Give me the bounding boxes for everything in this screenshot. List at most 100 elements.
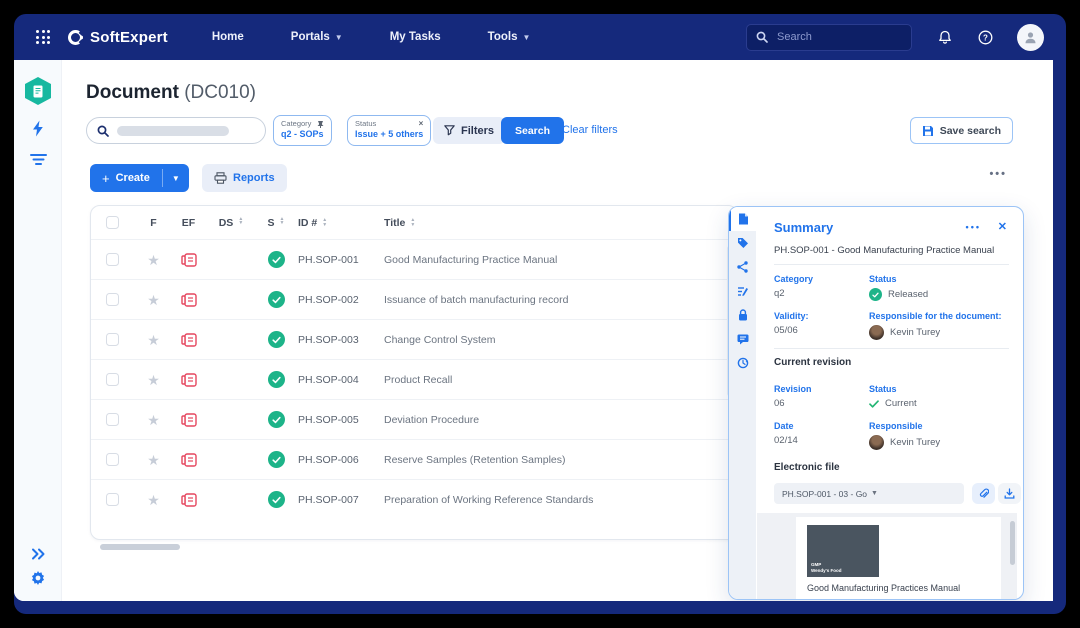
top-navbar: SoftExpert Home Portals▼ My Tasks Tools▼… [14, 14, 1066, 60]
row-checkbox[interactable] [106, 293, 119, 306]
nav-item-my-tasks[interactable]: My Tasks [390, 31, 441, 43]
download-icon [1004, 488, 1015, 499]
settings-gear-icon[interactable] [14, 570, 62, 586]
document-title: Reserve Samples (Retention Samples) [384, 454, 737, 466]
favorite-star-icon[interactable]: ★ [147, 333, 160, 347]
document-id: PH.SOP-001 [298, 254, 384, 266]
filter-chip-status[interactable]: Status × Issue + 5 others [347, 115, 431, 146]
pdf-file-icon[interactable] [181, 493, 197, 507]
global-search-input[interactable] [775, 30, 895, 44]
tab-tags[interactable] [729, 231, 756, 255]
download-button[interactable] [998, 483, 1021, 504]
favorite-star-icon[interactable]: ★ [147, 253, 160, 267]
column-header-ds[interactable]: DS▲▼ [208, 217, 254, 229]
column-header-id[interactable]: ID #▲▼ [298, 217, 384, 229]
preview-scrollbar[interactable] [1010, 521, 1015, 565]
tab-summary[interactable] [729, 207, 756, 231]
column-header-s[interactable]: S▲▼ [254, 217, 298, 229]
file-preview: GMPWendy's Food Good Manufacturing Pract… [757, 513, 1017, 599]
table-row[interactable]: ★ PH.SOP-002 Issuance of batch manufactu… [91, 279, 737, 319]
tab-comments[interactable] [729, 327, 756, 351]
attachment-button[interactable] [972, 483, 995, 504]
clear-filters-link[interactable]: Clear filters [562, 124, 618, 136]
brand-logo[interactable]: SoftExpert [68, 29, 168, 46]
tab-edit[interactable] [729, 279, 756, 303]
favorite-star-icon[interactable]: ★ [147, 453, 160, 467]
row-checkbox[interactable] [106, 453, 119, 466]
pdf-file-icon[interactable] [181, 413, 197, 427]
lightning-icon[interactable] [14, 120, 62, 137]
responsible-avatar [869, 435, 884, 450]
table-row[interactable]: ★ PH.SOP-005 Deviation Procedure [91, 399, 737, 439]
document-title: Change Control System [384, 334, 737, 346]
row-checkbox[interactable] [106, 333, 119, 346]
favorite-star-icon[interactable]: ★ [147, 373, 160, 387]
nav-item-portals[interactable]: Portals▼ [291, 31, 343, 43]
close-icon[interactable]: ✕ [998, 220, 1007, 233]
more-options-icon[interactable]: ••• [989, 168, 1007, 180]
document-app-icon[interactable] [14, 77, 62, 105]
chevron-down-icon: ▼ [522, 33, 530, 42]
row-checkbox[interactable] [106, 413, 119, 426]
global-search[interactable] [746, 24, 912, 51]
table-row[interactable]: ★ PH.SOP-003 Change Control System [91, 319, 737, 359]
filter-lines-icon[interactable] [14, 153, 62, 166]
help-icon[interactable]: ? [978, 30, 993, 45]
pdf-file-icon[interactable] [181, 333, 197, 347]
remove-chip-icon[interactable]: × [419, 119, 424, 128]
pdf-file-icon[interactable] [181, 373, 197, 387]
field-responsible: Responsible for the document: Kevin Ture… [869, 311, 1002, 340]
released-status-icon [869, 288, 882, 301]
search-button[interactable]: Search [501, 117, 564, 144]
nav-item-home[interactable]: Home [212, 31, 244, 43]
create-dropdown-button[interactable]: ▼ [163, 164, 189, 192]
save-search-button[interactable]: Save search [910, 117, 1013, 144]
pdf-file-icon[interactable] [181, 453, 197, 467]
favorite-star-icon[interactable]: ★ [147, 413, 160, 427]
tab-security[interactable] [729, 303, 756, 327]
row-checkbox[interactable] [106, 373, 119, 386]
sort-icon: ▲▼ [322, 218, 327, 227]
share-icon [737, 261, 748, 273]
document-id: PH.SOP-005 [298, 414, 384, 426]
screen-frame: SoftExpert Home Portals▼ My Tasks Tools▼… [0, 0, 1080, 628]
funnel-icon [444, 125, 455, 136]
app-launcher-icon[interactable] [36, 30, 50, 44]
sort-icon: ▲▼ [280, 217, 285, 229]
table-row[interactable]: ★ PH.SOP-006 Reserve Samples (Retention … [91, 439, 737, 479]
tab-history[interactable] [729, 351, 756, 375]
column-header-title[interactable]: Title▲▼ [384, 217, 737, 229]
pdf-file-icon[interactable] [181, 253, 197, 267]
expand-sidebar-icon[interactable] [14, 548, 62, 560]
reports-button[interactable]: Reports [202, 164, 287, 192]
table-row[interactable]: ★ PH.SOP-007 Preparation of Working Refe… [91, 479, 737, 519]
user-avatar[interactable] [1017, 24, 1044, 51]
summary-panel: Summary ••• ✕ PH.SOP-001 - Good Manufact… [728, 206, 1024, 600]
document-table: F EF DS▲▼ S▲▼ ID #▲▼ Title▲▼ ★ PH.SOP-00… [90, 205, 738, 540]
released-status-icon [268, 451, 285, 468]
nav-item-tools[interactable]: Tools▼ [488, 31, 531, 43]
preview-caption: Good Manufacturing Practices Manual [807, 583, 960, 593]
electronic-file-select[interactable]: PH.SOP-001 - 03 - Good Manufacturing ...… [774, 483, 964, 504]
chevron-down-icon: ▼ [871, 490, 956, 497]
released-status-icon [268, 331, 285, 348]
notifications-bell-icon[interactable] [938, 30, 952, 45]
select-all-checkbox[interactable] [106, 216, 119, 229]
pdf-file-icon[interactable] [181, 293, 197, 307]
svg-text:?: ? [983, 33, 988, 42]
table-row[interactable]: ★ PH.SOP-004 Product Recall [91, 359, 737, 399]
table-row[interactable]: ★ PH.SOP-001 Good Manufacturing Practice… [91, 239, 737, 279]
create-button[interactable]: +Create ▼ [90, 164, 189, 192]
row-checkbox[interactable] [106, 493, 119, 506]
table-horizontal-scrollbar[interactable] [100, 544, 180, 550]
favorite-star-icon[interactable]: ★ [147, 493, 160, 507]
summary-more-icon[interactable]: ••• [966, 222, 981, 232]
filters-button[interactable]: Filters [433, 117, 505, 144]
tab-share[interactable] [729, 255, 756, 279]
table-search-input[interactable] [86, 117, 266, 144]
filter-chip-category[interactable]: Category q2 - SOPs [273, 115, 332, 146]
favorite-star-icon[interactable]: ★ [147, 293, 160, 307]
document-title: Good Manufacturing Practice Manual [384, 254, 737, 266]
released-status-icon [268, 491, 285, 508]
row-checkbox[interactable] [106, 253, 119, 266]
